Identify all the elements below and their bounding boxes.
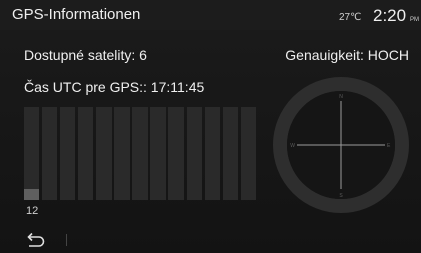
compass-north-label: N <box>339 94 343 100</box>
temperature-readout: 27℃ <box>339 12 362 23</box>
back-arrow-icon <box>27 232 45 247</box>
signal-bar <box>114 107 130 200</box>
available-satellites-text: Dostupné satelity: 6 <box>24 47 147 63</box>
signal-bar <box>132 107 148 200</box>
satellite-signal-bars <box>24 107 256 200</box>
signal-bar <box>168 107 184 200</box>
signal-bar-fill <box>24 188 40 200</box>
signal-bar <box>96 107 112 200</box>
back-button[interactable] <box>24 231 46 249</box>
gps-info-screen: GPS-Informationen 27℃ 2:20 PM Dostupné s… <box>0 0 421 253</box>
signal-bar <box>186 107 202 200</box>
page-title: GPS-Informationen <box>12 6 141 23</box>
signal-bar <box>60 107 76 200</box>
signal-bar <box>150 107 166 200</box>
compass-icon: N E S W <box>273 77 409 213</box>
header-bar: GPS-Informationen 27℃ 2:20 PM <box>0 0 421 30</box>
clock-time: 2:20 <box>373 6 407 25</box>
signal-bar <box>78 107 94 200</box>
signal-bar <box>240 107 256 200</box>
signal-bar-label: 12 <box>26 205 39 217</box>
compass-west-label: W <box>290 143 295 149</box>
accuracy-text: Genauigkeit: HOCH <box>285 47 409 63</box>
signal-bar <box>42 107 58 200</box>
signal-bar <box>222 107 238 200</box>
footer-divider <box>66 234 67 246</box>
utc-time-text: Čas UTC pre GPS:: 17:11:45 <box>24 79 205 95</box>
clock-ampm: PM <box>410 17 419 23</box>
signal-bar <box>204 107 220 200</box>
signal-bar <box>24 107 40 200</box>
